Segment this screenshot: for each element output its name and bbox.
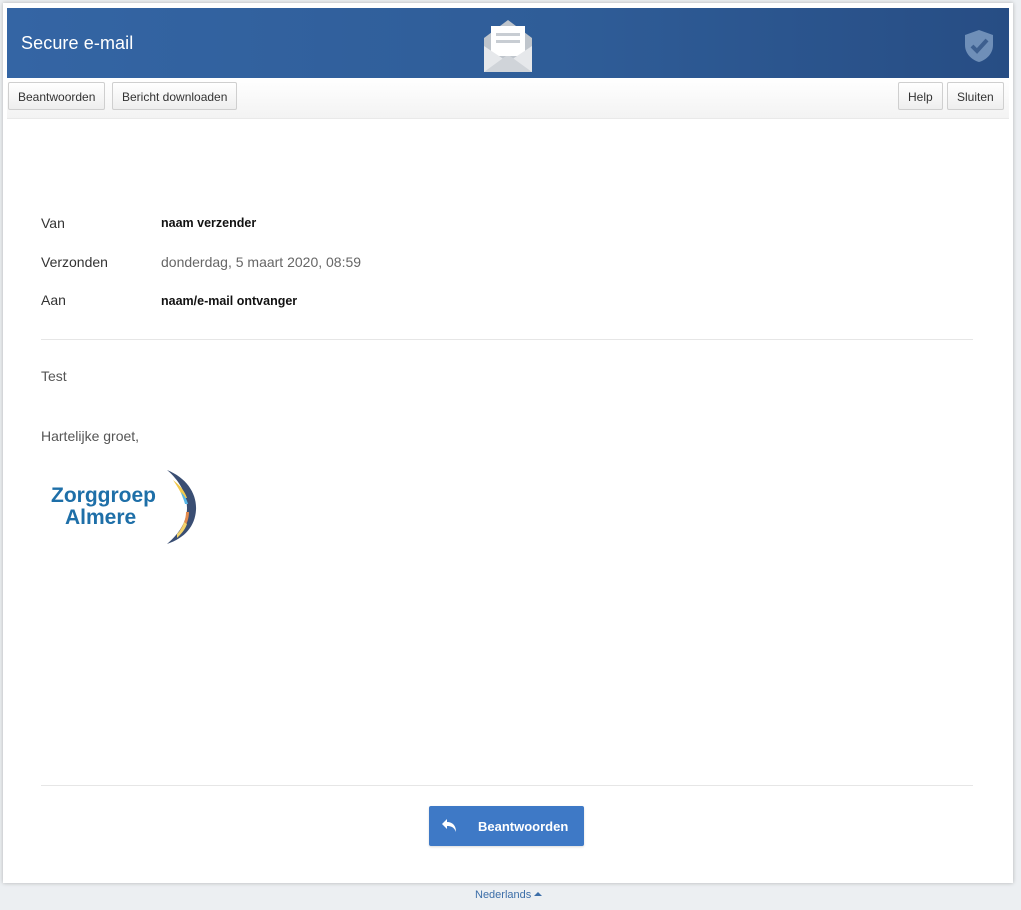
app-title: Secure e-mail <box>21 33 134 53</box>
logo-text-line1: Zorggroep <box>51 484 156 507</box>
to-label: Aan <box>41 292 66 308</box>
close-button[interactable]: Sluiten <box>947 82 1004 110</box>
reply-arrow-icon <box>442 819 456 832</box>
sent-label: Verzonden <box>41 254 108 270</box>
message-body-line: Test <box>41 368 67 384</box>
sent-value: donderdag, 5 maart 2020, 08:59 <box>161 254 362 270</box>
from-value: naam verzender <box>161 216 257 230</box>
language-selector[interactable]: Nederlands <box>475 889 543 901</box>
to-value: naam/e-mail ontvanger <box>161 294 298 308</box>
footer-divider <box>41 785 973 786</box>
open-envelope-icon <box>484 20 532 72</box>
reply-button[interactable]: Beantwoorden <box>429 806 584 846</box>
caret-up-icon <box>534 892 543 896</box>
message-greeting: Hartelijke groet, <box>41 428 140 444</box>
mail-window: Secure e-mail Beantwoorden Bericht downl… <box>3 3 1013 883</box>
reply-toolbar-button[interactable]: Beantwoorden <box>8 82 106 110</box>
toolbar: Beantwoorden Bericht downloaden Help Slu… <box>7 78 1009 119</box>
help-button[interactable]: Help <box>898 82 943 110</box>
shield-check-icon <box>965 30 993 62</box>
logo-crescent-icon <box>167 470 197 544</box>
language-label: Nederlands <box>475 889 532 901</box>
header-divider <box>41 339 973 340</box>
from-label: Van <box>41 215 65 231</box>
logo-text-line2: Almere <box>65 506 137 529</box>
header-bar: Secure e-mail <box>7 8 1009 78</box>
download-message-button[interactable]: Bericht downloaden <box>112 82 238 110</box>
reply-button-label: Beantwoorden <box>478 819 569 834</box>
